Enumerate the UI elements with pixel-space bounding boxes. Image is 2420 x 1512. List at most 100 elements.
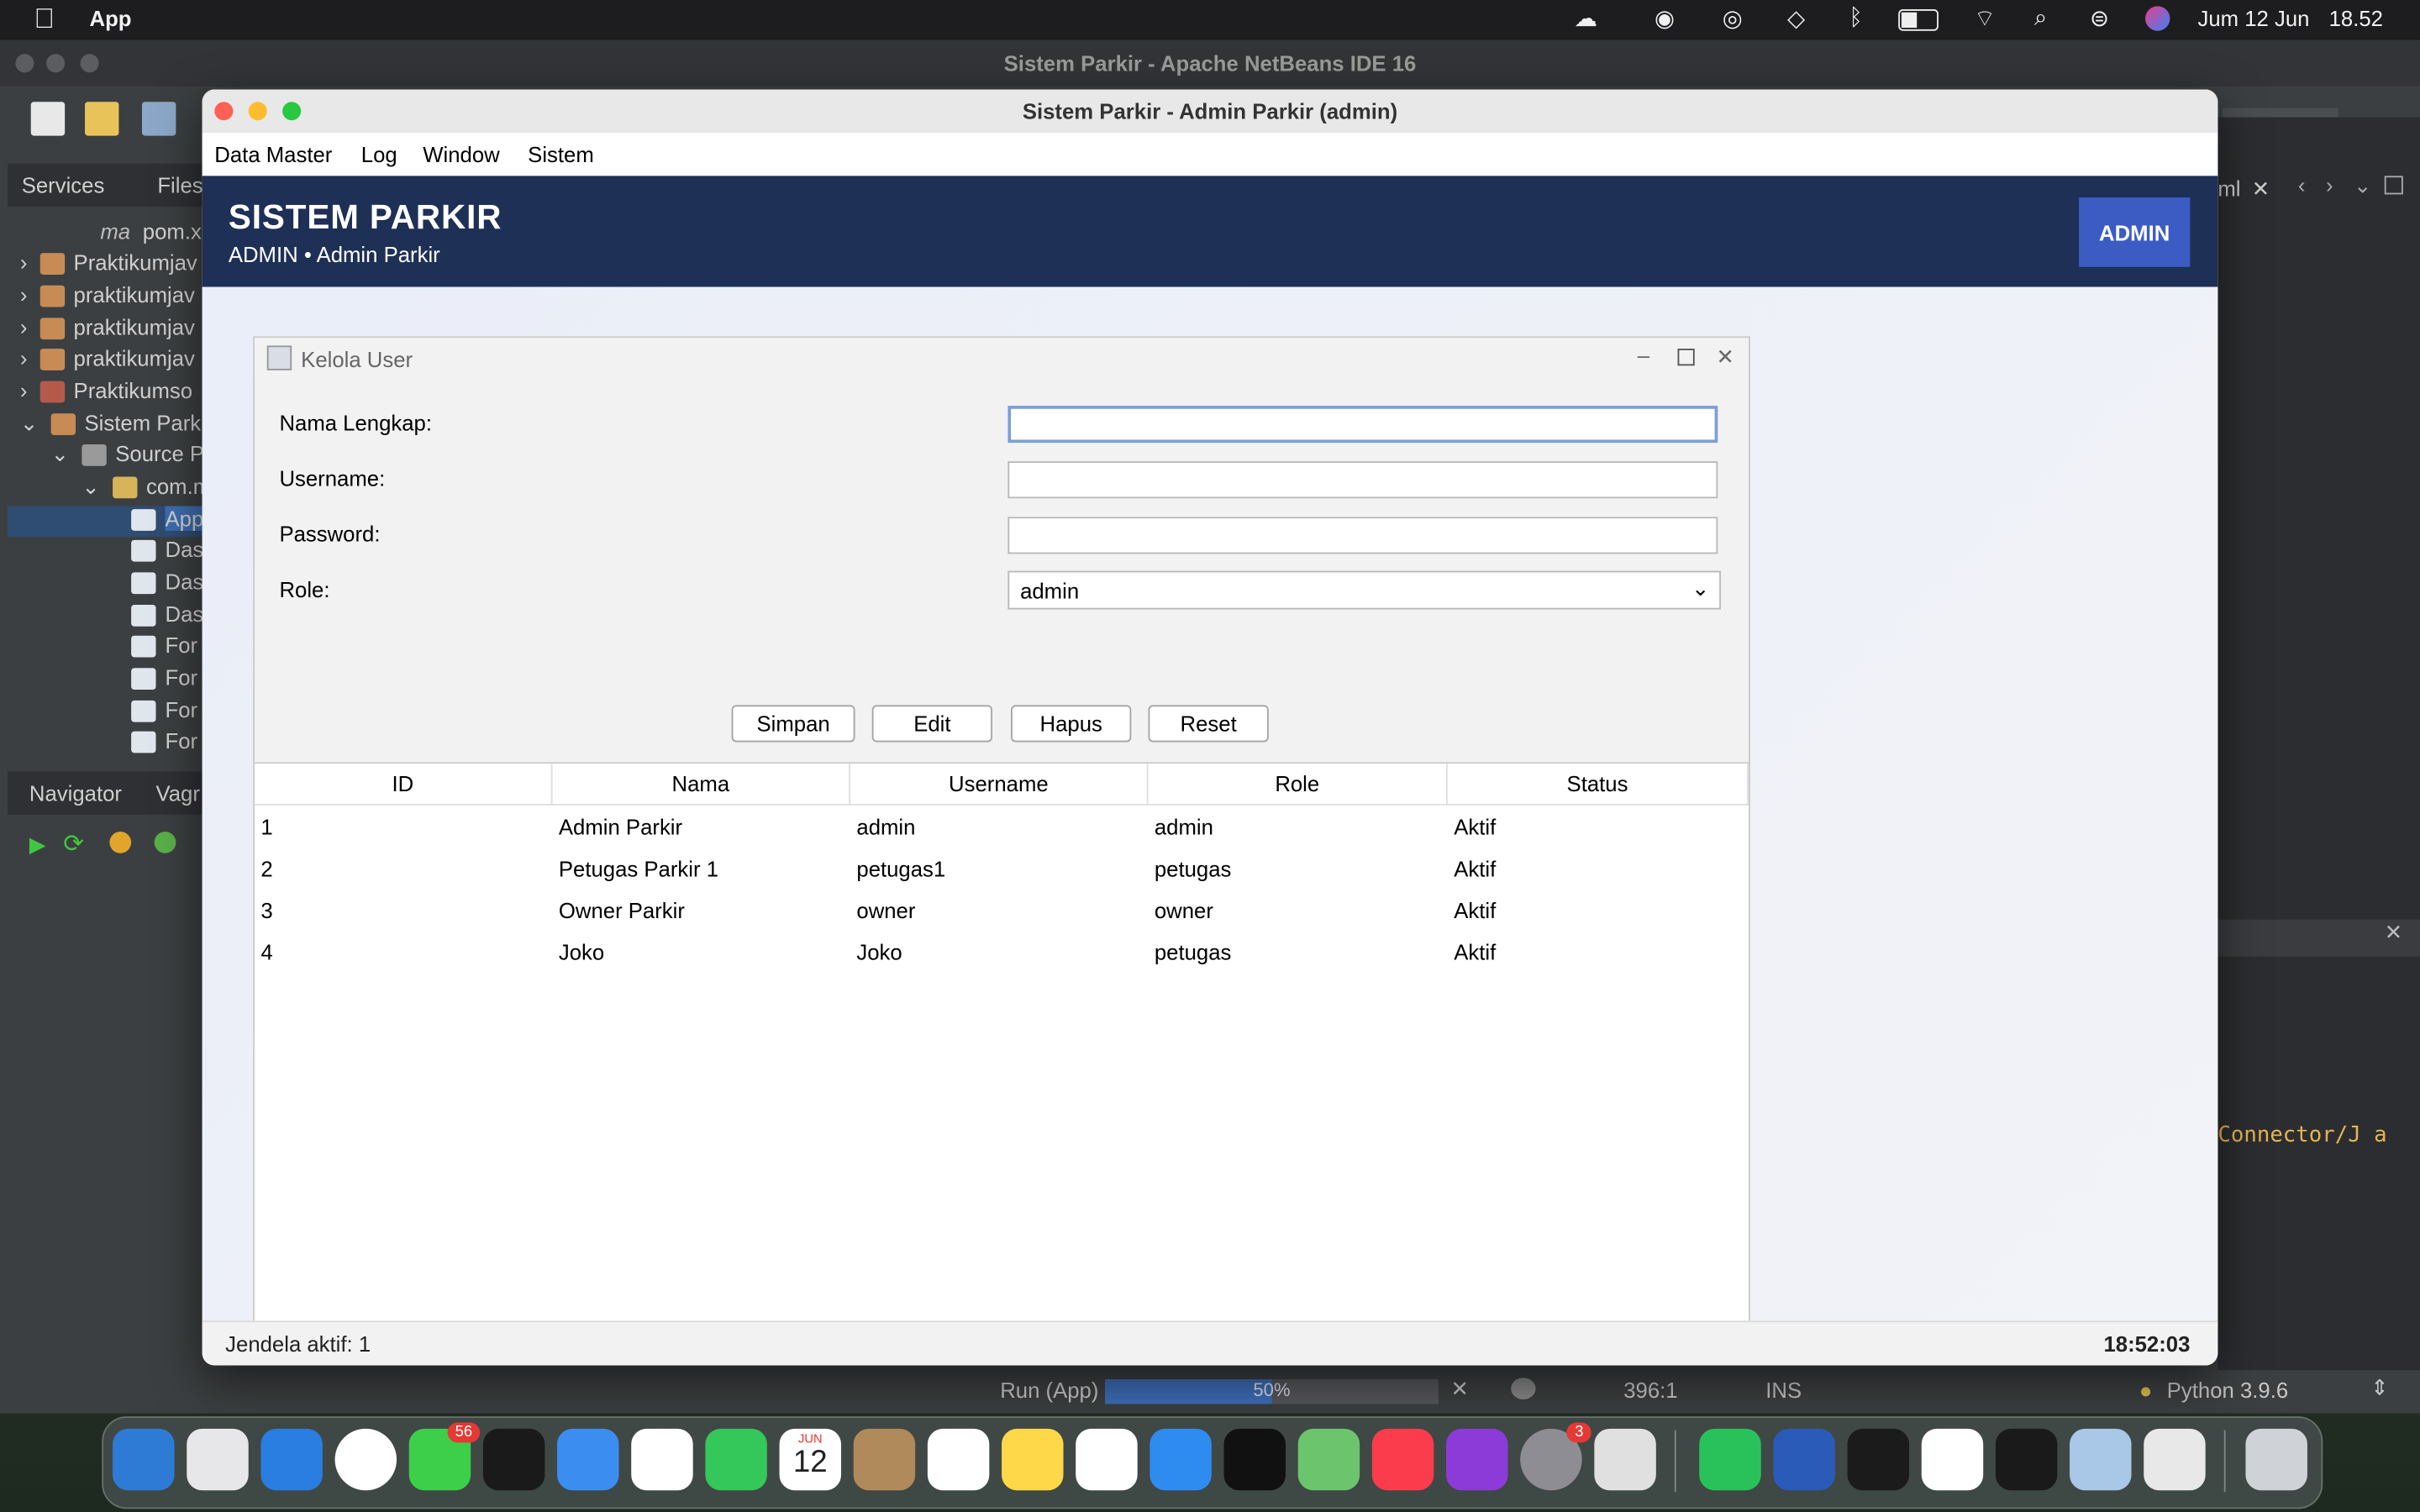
messages-icon[interactable]: 56 bbox=[408, 1422, 481, 1491]
close-tab-icon[interactable]: ✕ bbox=[2252, 176, 2270, 202]
table-row[interactable]: 4 Joko Joko petugas Aktif bbox=[255, 932, 1749, 974]
trash-icon[interactable] bbox=[2245, 1428, 2307, 1491]
music-icon[interactable] bbox=[1371, 1428, 1434, 1491]
minimize-window-icon[interactable] bbox=[248, 102, 267, 121]
editor-tab-label[interactable]: ml bbox=[2217, 176, 2240, 200]
iphone-mirroring-icon[interactable] bbox=[1594, 1428, 1656, 1491]
reminders-icon[interactable] bbox=[927, 1428, 990, 1491]
nama-lengkap-field[interactable] bbox=[1007, 406, 1718, 444]
resume-icon[interactable] bbox=[154, 832, 176, 853]
netbeans-dock-icon[interactable] bbox=[2070, 1428, 2132, 1491]
column-header-role[interactable]: Role bbox=[1148, 764, 1448, 806]
close-window-icon[interactable] bbox=[214, 102, 234, 121]
pause-icon[interactable] bbox=[109, 832, 132, 853]
python-version[interactable]: Python 3.9.6 bbox=[2167, 1378, 2288, 1402]
photos-icon[interactable] bbox=[631, 1428, 693, 1491]
chevron-right-icon[interactable]: › bbox=[2326, 173, 2333, 197]
maximize-icon[interactable] bbox=[2384, 176, 2403, 195]
new-file-icon[interactable] bbox=[30, 102, 66, 136]
column-header-username[interactable]: Username bbox=[850, 764, 1149, 806]
app-store-icon[interactable] bbox=[1150, 1428, 1212, 1491]
column-header-id[interactable]: ID bbox=[255, 764, 553, 806]
table-row[interactable]: 2 Petugas Parkir 1 petugas1 petugas Akti… bbox=[255, 848, 1749, 890]
calendar-icon[interactable]: JUN 12 bbox=[779, 1428, 842, 1491]
minimize-frame-icon[interactable]: – bbox=[1638, 343, 1649, 367]
column-header-nama[interactable]: Nama bbox=[552, 764, 851, 806]
hapus-button[interactable]: Hapus bbox=[1011, 705, 1132, 743]
system-settings-icon[interactable]: 3 bbox=[1520, 1422, 1591, 1491]
zoom-window-icon[interactable] bbox=[282, 102, 302, 121]
facetime-icon[interactable] bbox=[705, 1428, 767, 1491]
freeform-icon[interactable] bbox=[1076, 1428, 1138, 1491]
android-studio-icon[interactable] bbox=[1847, 1428, 1910, 1491]
tab-files[interactable]: Files bbox=[157, 173, 203, 197]
cancel-run-icon[interactable]: ✕ bbox=[1451, 1376, 1470, 1402]
tree-item[interactable]: › praktikumjav bbox=[8, 345, 202, 376]
close-frame-icon[interactable]: ✕ bbox=[1716, 344, 1734, 370]
control-center-icon[interactable]: ⊜ bbox=[2090, 5, 2109, 32]
tab-services[interactable]: Services bbox=[22, 173, 105, 197]
menu-sistem[interactable]: Sistem bbox=[528, 142, 594, 166]
chevron-down-icon[interactable]: ⌄ bbox=[2354, 173, 2372, 199]
run-icon[interactable]: ▶ bbox=[29, 832, 46, 858]
close-icon[interactable] bbox=[15, 54, 34, 73]
reset-button[interactable]: Reset bbox=[1148, 705, 1269, 743]
table-row[interactable]: 1 Admin Parkir admin admin Aktif bbox=[255, 807, 1749, 849]
close-output-icon[interactable]: ✕ bbox=[2385, 920, 2403, 946]
active-app-name[interactable]: App bbox=[90, 6, 132, 30]
tab-navigator[interactable]: Navigator bbox=[29, 780, 122, 805]
opera-icon[interactable] bbox=[482, 1428, 545, 1491]
maximize-frame-icon[interactable] bbox=[1677, 349, 1695, 366]
screen-record-icon[interactable]: ◉ bbox=[1655, 5, 1675, 32]
menubar-time[interactable]: 18.52 bbox=[2329, 6, 2383, 30]
simpan-button[interactable]: Simpan bbox=[731, 705, 855, 743]
table-row[interactable]: 3 Owner Parkir owner owner Aktif bbox=[255, 890, 1749, 932]
creative-cloud-icon[interactable]: ☁ bbox=[1574, 5, 1597, 32]
menu-data-master[interactable]: Data Master bbox=[214, 142, 332, 166]
word-icon[interactable] bbox=[1773, 1428, 1835, 1491]
mail-icon[interactable] bbox=[557, 1428, 619, 1491]
wifi-icon[interactable]: ⌔ bbox=[1974, 5, 1996, 34]
vscode-icon[interactable] bbox=[1921, 1428, 1984, 1491]
notifications-icon[interactable] bbox=[1511, 1378, 1536, 1399]
minimize-icon[interactable] bbox=[46, 54, 66, 73]
safari-icon[interactable] bbox=[260, 1428, 323, 1491]
vpn-icon[interactable]: ◎ bbox=[1723, 5, 1743, 32]
menubar-date[interactable]: Jum 12 Jun bbox=[2198, 6, 2310, 30]
username-field[interactable] bbox=[1007, 461, 1718, 499]
open-project-icon[interactable] bbox=[141, 102, 176, 136]
notes-icon[interactable] bbox=[1002, 1428, 1064, 1491]
run-label[interactable]: Run (App) bbox=[1000, 1378, 1098, 1402]
search-icon[interactable]: ⌕ bbox=[2034, 5, 2047, 31]
podcasts-icon[interactable] bbox=[1446, 1428, 1508, 1491]
bluetooth-icon[interactable]: ᛒ bbox=[1849, 5, 1863, 31]
menu-window[interactable]: Window bbox=[423, 142, 499, 166]
edit-button[interactable]: Edit bbox=[871, 705, 993, 743]
apple-tv-icon[interactable] bbox=[1223, 1428, 1286, 1491]
refresh-icon[interactable]: ⟳ bbox=[63, 828, 84, 859]
tree-item[interactable]: ⌄ Sistem Parki bbox=[8, 411, 203, 442]
apple-logo-icon[interactable]:  bbox=[34, 3, 55, 36]
tree-item[interactable]: › Praktikumso bbox=[8, 378, 202, 409]
tab-vagrant[interactable]: Vagr bbox=[156, 780, 200, 805]
menu-log[interactable]: Log bbox=[361, 142, 397, 166]
tree-item[interactable]: › Praktikumjav bbox=[8, 250, 202, 281]
contacts-icon[interactable] bbox=[853, 1428, 916, 1491]
siri-icon[interactable] bbox=[2145, 6, 2170, 31]
password-field[interactable] bbox=[1007, 517, 1718, 554]
terminal-icon[interactable] bbox=[1995, 1428, 2058, 1491]
zoom-icon[interactable] bbox=[80, 54, 99, 73]
diamond-icon[interactable]: ◇ bbox=[1787, 5, 1805, 32]
launchpad-icon[interactable] bbox=[187, 1428, 249, 1491]
maps-icon[interactable] bbox=[1297, 1428, 1360, 1491]
new-project-icon[interactable] bbox=[85, 102, 119, 136]
finder-icon[interactable] bbox=[113, 1428, 175, 1491]
role-select[interactable]: admin ⌄ bbox=[1007, 570, 1721, 610]
chrome-icon[interactable] bbox=[334, 1428, 397, 1491]
tree-item[interactable]: › praktikumjav bbox=[8, 282, 202, 313]
whatsapp-icon[interactable] bbox=[1699, 1428, 1761, 1491]
battery-icon[interactable] bbox=[1898, 9, 1939, 31]
tree-item[interactable]: ⌄ Source Pa bbox=[8, 441, 233, 472]
chevron-left-icon[interactable]: ‹ bbox=[2298, 173, 2306, 197]
chevron-up-down-icon[interactable]: ⇕ bbox=[2370, 1375, 2389, 1401]
